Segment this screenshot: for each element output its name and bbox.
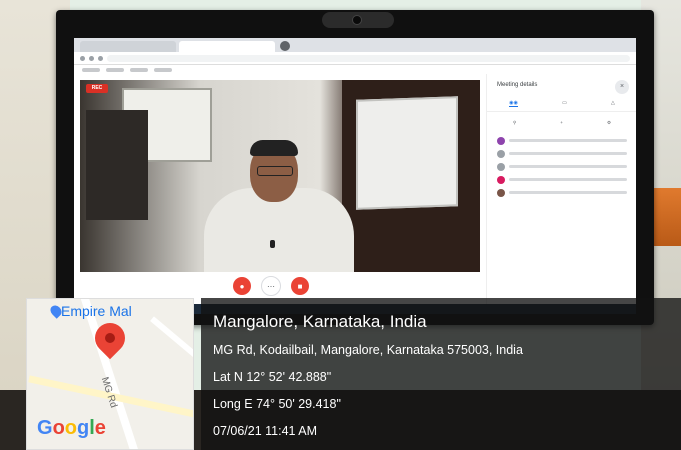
reload-icon[interactable]: [98, 55, 103, 61]
avatar: [497, 162, 505, 171]
participant-row[interactable]: [487, 147, 636, 160]
browser-tab-active[interactable]: [179, 41, 275, 52]
avatar: [497, 136, 505, 145]
google-logo-letter: g: [77, 417, 90, 439]
meet-window: REC ● ⋯ ■ Meeting details × ◉◉ ▭ △ ⚲ + ⚙: [74, 74, 636, 314]
location-title: Mangalore, Karnataka, India: [213, 312, 427, 331]
webcam: [322, 12, 394, 28]
map-thumbnail: Empire Mal MG Rd Google: [26, 298, 194, 450]
rec-badge: REC: [86, 84, 108, 93]
person-glasses: [257, 166, 293, 176]
google-logo-letter: o: [64, 417, 77, 439]
geotag-overlay: Empire Mal MG Rd Google Mangalore, Karna…: [26, 298, 681, 450]
host-controls-icon[interactable]: ⚙: [607, 120, 611, 126]
link-icon[interactable]: ⚲: [513, 120, 516, 126]
browser-tab-bar: [74, 38, 636, 52]
more-options-icon[interactable]: ⋯: [261, 276, 281, 296]
room-shelf: [86, 110, 148, 220]
new-tab-icon[interactable]: [280, 41, 290, 51]
bookmark-item[interactable]: [154, 68, 172, 72]
participant-name: [509, 178, 627, 181]
google-logo: Google: [37, 417, 106, 440]
screen: REC ● ⋯ ■ Meeting details × ◉◉ ▭ △ ⚲ + ⚙: [74, 38, 636, 314]
close-icon[interactable]: ×: [615, 80, 629, 94]
location-info: Mangalore, Karnataka, India MG Rd, Kodai…: [201, 298, 681, 450]
map-place-label: Empire Mal: [61, 303, 132, 319]
avatar: [497, 149, 505, 158]
room-whiteboard: [356, 96, 458, 210]
video-feed: REC: [80, 80, 480, 272]
google-logo-letter: e: [94, 417, 106, 439]
url-field[interactable]: [107, 54, 630, 62]
lapel-mic: [270, 240, 275, 248]
person-hair: [250, 140, 298, 156]
bookmark-item[interactable]: [130, 68, 148, 72]
side-panel-actions: ⚲ + ⚙: [487, 112, 636, 134]
participant-name: [509, 165, 627, 168]
participant-row[interactable]: [487, 173, 636, 186]
location-latitude: Lat N 12° 52' 42.888": [213, 370, 332, 384]
location-longitude: Long E 74° 50' 29.418": [213, 397, 341, 411]
google-logo-letter: G: [37, 417, 53, 439]
google-logo-letter: o: [52, 417, 65, 439]
participant-name: [509, 139, 627, 142]
bookmark-item[interactable]: [82, 68, 100, 72]
side-panel: Meeting details × ◉◉ ▭ △ ⚲ + ⚙: [486, 74, 636, 314]
side-panel-title: Meeting details: [497, 82, 538, 88]
avatar: [497, 188, 505, 197]
avatar: [497, 175, 505, 184]
back-icon[interactable]: [80, 55, 85, 61]
people-tab-icon[interactable]: ◉◉: [509, 100, 518, 107]
side-panel-tabs: ◉◉ ▭ △: [487, 96, 636, 112]
participant-row[interactable]: [487, 160, 636, 173]
location-address: MG Rd, Kodailbail, Mangalore, Karnataka …: [213, 343, 523, 357]
add-people-icon[interactable]: +: [560, 120, 563, 126]
address-bar: [74, 52, 636, 65]
monitor: REC ● ⋯ ■ Meeting details × ◉◉ ▭ △ ⚲ + ⚙: [56, 10, 654, 325]
browser-tab[interactable]: [80, 41, 176, 52]
activities-tab-icon[interactable]: △: [611, 100, 615, 107]
forward-icon[interactable]: [89, 55, 94, 61]
participant-name: [509, 152, 627, 155]
meet-controls: ● ⋯ ■: [74, 274, 484, 298]
camera-off-icon[interactable]: ■: [291, 277, 309, 295]
participant-name: [509, 191, 627, 194]
chat-tab-icon[interactable]: ▭: [562, 100, 567, 107]
participant-row[interactable]: [487, 134, 636, 147]
location-datetime: 07/06/21 11:41 AM: [213, 424, 318, 438]
map-road: [150, 316, 193, 360]
bookmark-item[interactable]: [106, 68, 124, 72]
participant-row[interactable]: [487, 186, 636, 199]
mic-off-icon[interactable]: ●: [233, 277, 251, 295]
